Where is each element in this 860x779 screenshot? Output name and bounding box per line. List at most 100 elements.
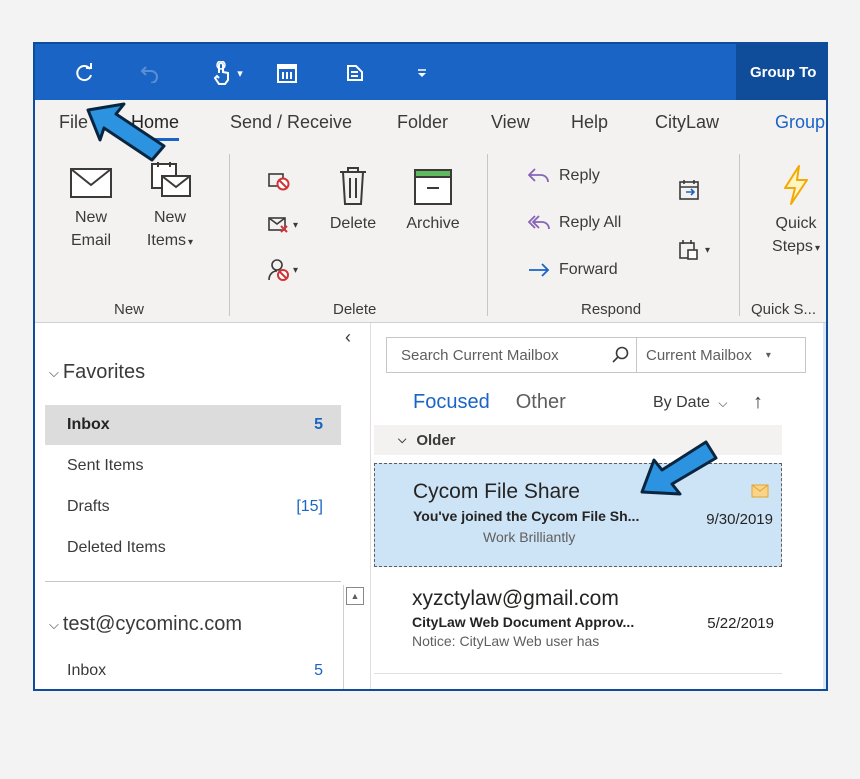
undo-icon[interactable] bbox=[137, 58, 163, 88]
group-tab-label: Group To bbox=[750, 63, 817, 81]
tab-view[interactable]: View bbox=[491, 112, 530, 133]
chevron-down-icon: ▾ bbox=[188, 237, 194, 248]
title-bar: ▾ Group To bbox=[35, 44, 826, 100]
meeting-button[interactable] bbox=[677, 178, 709, 202]
message-date: 9/30/2019 bbox=[706, 511, 773, 528]
message-sender: Cycom File Share bbox=[413, 480, 580, 503]
new-items-button[interactable]: New Items ▾ bbox=[139, 162, 201, 254]
folder-item-inbox[interactable]: Inbox 5 bbox=[45, 405, 341, 445]
chevron-down-icon: ▾ bbox=[293, 219, 299, 231]
message-list-pane: Search Current Mailbox Current Mailbox ▾… bbox=[371, 323, 826, 689]
ribbon-divider bbox=[229, 154, 230, 316]
junk-button[interactable]: ▾ bbox=[267, 258, 298, 282]
reply-button[interactable]: Reply bbox=[527, 166, 600, 186]
group-header-older[interactable]: ⌵ Older bbox=[374, 425, 782, 455]
trash-icon bbox=[340, 167, 366, 205]
chevron-down-icon: ▾ bbox=[293, 264, 299, 276]
collapse-pane-button[interactable]: ‹ bbox=[345, 327, 351, 348]
group-label-new: New bbox=[114, 301, 145, 318]
archive-button[interactable]: Archive bbox=[401, 166, 465, 235]
message-preview: Notice: CityLaw Web user has bbox=[412, 633, 600, 649]
search-scope-dropdown[interactable]: Current Mailbox ▾ bbox=[636, 338, 805, 372]
new-items-label-2: Items ▾ bbox=[139, 229, 201, 254]
chevron-down-icon: ▾ bbox=[765, 349, 771, 361]
more-respond-icon bbox=[679, 240, 698, 260]
favorites-divider bbox=[45, 581, 341, 582]
clean-up-button[interactable]: ▾ bbox=[267, 214, 298, 236]
message-divider bbox=[374, 673, 782, 674]
quick-steps-label-2: Steps ▾ bbox=[765, 235, 826, 260]
sort-dropdown[interactable]: By Date ⌵ bbox=[653, 394, 727, 412]
folder-item-sent[interactable]: Sent Items bbox=[45, 446, 341, 486]
tab-focused[interactable]: Focused bbox=[413, 391, 490, 414]
sync-icon[interactable] bbox=[69, 58, 99, 88]
reply-all-label: Reply All bbox=[559, 214, 622, 231]
folder-pane: ‹ ⌵ Favorites Inbox 5 Sent Items Drafts … bbox=[35, 323, 371, 689]
folder-name: Drafts bbox=[67, 498, 110, 515]
tab-citylaw[interactable]: CityLaw bbox=[655, 112, 719, 133]
quick-steps-label-text: Steps bbox=[772, 238, 813, 255]
calendar-icon[interactable] bbox=[273, 58, 301, 88]
unread-envelope-icon bbox=[751, 484, 769, 498]
quick-steps-label-1: Quick bbox=[775, 215, 817, 232]
search-icon[interactable] bbox=[606, 346, 636, 364]
more-respond-button[interactable]: ▾ bbox=[677, 238, 710, 262]
quick-steps-button[interactable]: Quick Steps ▾ bbox=[765, 164, 826, 260]
folder-item-account-inbox[interactable]: Inbox 5 bbox=[45, 651, 341, 689]
sort-direction-icon[interactable]: ↑ bbox=[753, 391, 763, 414]
message-sender: xyzctylaw@gmail.com bbox=[412, 587, 619, 610]
group-header-label: Older bbox=[416, 431, 456, 449]
message-subject: You've joined the Cycom File Sh... bbox=[413, 508, 640, 524]
reply-all-button[interactable]: Reply All bbox=[527, 213, 621, 233]
favorites-header[interactable]: ⌵ Favorites bbox=[49, 361, 145, 384]
junk-icon bbox=[268, 259, 289, 281]
reading-pane-border bbox=[823, 323, 826, 689]
new-items-label-1: New bbox=[153, 209, 186, 226]
chevron-down-icon: ⌵ bbox=[718, 396, 728, 410]
account-header-label: test@cycominc.com bbox=[62, 613, 243, 635]
new-email-button[interactable]: New Email bbox=[67, 166, 115, 252]
delete-label: Delete bbox=[329, 215, 377, 232]
account-header[interactable]: ⌵ test@cycominc.com bbox=[49, 613, 242, 636]
new-items-icon bbox=[151, 162, 191, 197]
mail-icon bbox=[70, 168, 112, 198]
folder-name: Sent Items bbox=[67, 457, 144, 474]
scroll-up-icon[interactable]: ▲ bbox=[346, 587, 364, 605]
reply-label: Reply bbox=[559, 167, 600, 184]
tab-send-receive[interactable]: Send / Receive bbox=[230, 112, 352, 133]
tab-group[interactable]: Group bbox=[775, 112, 825, 133]
ribbon-divider bbox=[739, 154, 740, 316]
new-items-label-text: Items bbox=[146, 232, 187, 249]
tab-help[interactable]: Help bbox=[571, 112, 608, 133]
reply-all-icon bbox=[527, 215, 550, 230]
forward-label: Forward bbox=[559, 261, 618, 278]
chevron-down-icon: ⌵ bbox=[49, 616, 59, 632]
folder-item-deleted[interactable]: Deleted Items bbox=[45, 528, 341, 568]
ignore-button[interactable] bbox=[267, 170, 299, 192]
folder-item-drafts[interactable]: Drafts [15] bbox=[45, 487, 341, 527]
folder-name: Inbox bbox=[67, 662, 107, 679]
tab-other[interactable]: Other bbox=[516, 391, 566, 414]
customize-icon[interactable] bbox=[409, 58, 435, 88]
folder-scrollbar[interactable]: ▲ bbox=[343, 585, 364, 689]
group-tab[interactable]: Group To bbox=[736, 44, 826, 100]
delete-button[interactable]: Delete bbox=[325, 166, 381, 235]
chevron-down-icon: ⌵ bbox=[49, 364, 59, 380]
unread-count: 5 bbox=[314, 416, 323, 433]
search-input[interactable]: Search Current Mailbox bbox=[387, 347, 606, 364]
chevron-down-icon: ⌵ bbox=[398, 433, 407, 446]
chevron-down-icon: ▾ bbox=[705, 244, 711, 256]
search-box[interactable]: Search Current Mailbox Current Mailbox ▾ bbox=[386, 337, 806, 373]
forward-arrow-icon bbox=[529, 263, 550, 277]
group-label-respond: Respond bbox=[581, 301, 642, 318]
send-receive-icon[interactable] bbox=[341, 58, 369, 88]
tab-folder[interactable]: Folder bbox=[397, 112, 448, 133]
forward-button[interactable]: Forward bbox=[527, 260, 618, 280]
folder-name: Deleted Items bbox=[67, 539, 166, 556]
message-item[interactable]: Cycom File Share You've joined the Cycom… bbox=[374, 463, 782, 567]
touch-mode-icon[interactable]: ▾ bbox=[205, 58, 249, 88]
ribbon: New Email New Items ▾ New ▾ ▾ Delete Arch… bbox=[35, 146, 826, 323]
message-item[interactable]: xyzctylaw@gmail.com CityLaw Web Document… bbox=[374, 577, 782, 669]
group-label-quick-steps: Quick S... bbox=[751, 301, 817, 318]
ignore-icon bbox=[268, 173, 290, 191]
